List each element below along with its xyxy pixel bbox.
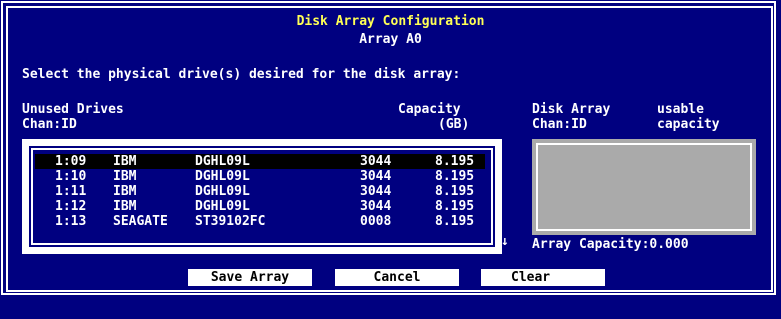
drive-vendor: IBM (113, 184, 137, 199)
save-array-button[interactable]: Save Array (188, 269, 312, 286)
drive-chan-id: 1:11 (55, 184, 87, 199)
drive-model: DGHL09L (195, 199, 250, 214)
clear-button[interactable]: Clear (481, 269, 605, 286)
drive-row[interactable]: 1:13 SEAGATE ST39102FC 0008 8.195 (35, 214, 485, 229)
disk-array-chanid-header: Chan:ID (532, 117, 587, 132)
disk-array-listbox[interactable] (532, 139, 756, 235)
scroll-down-arrow-icon[interactable]: ↓ (501, 234, 509, 249)
drive-capacity: 8.195 (435, 184, 475, 199)
drive-row[interactable]: 1:11 IBM DGHL09L 3044 8.195 (35, 184, 485, 199)
drive-vendor: IBM (113, 154, 137, 169)
unused-chanid-header: Chan:ID (22, 117, 77, 132)
instruction-text: Select the physical drive(s) desired for… (22, 67, 461, 82)
capacity-unit-header: (GB) (438, 117, 470, 132)
capacity-header: Capacity (398, 102, 461, 117)
drive-vendor: SEAGATE (113, 214, 168, 229)
drive-rev: 3044 (360, 184, 392, 199)
dialog-subtitle: Array A0 (359, 32, 422, 47)
drive-rev: 0008 (360, 214, 392, 229)
dialog-title: Disk Array Configuration (296, 14, 485, 29)
drive-model: DGHL09L (195, 154, 250, 169)
drive-model: DGHL09L (195, 184, 250, 199)
drive-chan-id: 1:10 (55, 169, 87, 184)
drive-rev: 3044 (360, 169, 392, 184)
drive-capacity: 8.195 (435, 214, 475, 229)
drive-vendor: IBM (113, 169, 137, 184)
drive-chan-id: 1:13 (55, 214, 87, 229)
usable-header: usable (657, 102, 704, 117)
drive-rev: 3044 (360, 154, 392, 169)
drive-capacity: 8.195 (435, 169, 475, 184)
disk-array-header: Disk Array (532, 102, 611, 117)
drive-model: ST39102FC (195, 214, 266, 229)
array-capacity-label: Array Capacity:0.000 (532, 237, 689, 252)
unused-drives-header: Unused Drives (22, 102, 124, 117)
drive-capacity: 8.195 (435, 154, 475, 169)
drive-row[interactable]: 1:12 IBM DGHL09L 3044 8.195 (35, 199, 485, 214)
drive-chan-id: 1:12 (55, 199, 87, 214)
usable-capacity-header: capacity (657, 117, 720, 132)
drive-chan-id: 1:09 (55, 154, 87, 169)
drive-vendor: IBM (113, 199, 137, 214)
drive-row[interactable]: 1:09 IBM DGHL09L 3044 8.195 (35, 154, 485, 169)
drive-rev: 3044 (360, 199, 392, 214)
unused-drives-listbox[interactable]: 1:09 IBM DGHL09L 3044 8.195 1:10 IBM DGH… (22, 139, 502, 254)
drive-model: DGHL09L (195, 169, 250, 184)
cancel-button[interactable]: Cancel (335, 269, 459, 286)
drive-row[interactable]: 1:10 IBM DGHL09L 3044 8.195 (35, 169, 485, 184)
drive-capacity: 8.195 (435, 199, 475, 214)
